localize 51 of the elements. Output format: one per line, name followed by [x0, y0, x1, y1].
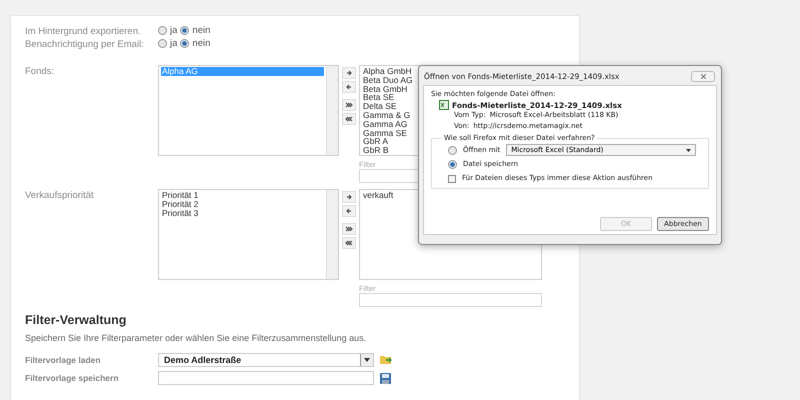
filter-field[interactable]: [359, 293, 542, 307]
available-list[interactable]: Priorität 1 Priorität 2 Priorität 3: [158, 189, 339, 280]
radio-button[interactable]: [448, 160, 457, 169]
field-label: Filtervorlage laden: [25, 354, 102, 367]
field-label: Filtervorlage speichern: [25, 372, 120, 385]
field-label: Fonds:: [25, 65, 56, 78]
field-label: Im Hintergrund exportieren.: [25, 25, 142, 38]
move-button[interactable]: [342, 67, 356, 79]
radio-label: ja: [170, 38, 178, 49]
radio-button[interactable]: [180, 26, 190, 35]
radio-label: ja: [170, 25, 178, 36]
caret-icon: [364, 358, 370, 362]
move-button[interactable]: [342, 205, 356, 217]
left-arrow-icon: [345, 83, 353, 91]
triple-right-arrow-icon: [345, 101, 353, 109]
move-button[interactable]: [342, 113, 356, 125]
radio-button[interactable]: [158, 26, 167, 35]
left-arrow-icon: [345, 207, 353, 215]
triple-right-arrow-icon: [345, 225, 353, 233]
right-arrow-icon: [345, 69, 353, 77]
radio-button[interactable]: [448, 146, 457, 154]
save-icon[interactable]: [380, 372, 391, 384]
move-button[interactable]: [342, 237, 356, 249]
caret-icon: [686, 148, 692, 152]
triple-left-arrow-icon: [345, 239, 353, 247]
template-name-field[interactable]: [158, 371, 374, 385]
close-icon: [700, 74, 706, 78]
field-label: Verkaufspriorität: [25, 189, 95, 202]
list-item[interactable]: Priorität 3: [161, 208, 324, 218]
radio-button[interactable]: [158, 39, 167, 48]
scrollbar[interactable]: [326, 190, 338, 279]
move-button[interactable]: [342, 81, 356, 93]
section-heading: Filter-Verwaltung: [25, 313, 128, 327]
list-item[interactable]: Priorität 1: [161, 191, 324, 200]
triple-left-arrow-icon: [345, 115, 353, 123]
right-arrow-icon: [345, 193, 353, 201]
checkbox[interactable]: [448, 174, 456, 182]
radio-label: nein: [192, 25, 210, 36]
field-label: Benachrichtigung per Email:: [25, 38, 145, 51]
move-button[interactable]: [342, 223, 356, 235]
folder-icon[interactable]: [380, 355, 392, 365]
template-select[interactable]: Demo Adlerstraße: [158, 353, 374, 367]
scrollbar[interactable]: [326, 66, 338, 155]
move-button[interactable]: [342, 191, 356, 203]
radio-button[interactable]: [180, 39, 190, 48]
close-button[interactable]: [691, 70, 715, 82]
list-item[interactable]: Priorität 2: [161, 200, 324, 209]
move-button[interactable]: [342, 99, 356, 111]
spreadsheet-icon: [439, 100, 449, 110]
radio-label: nein: [192, 38, 210, 49]
section-description: Speichern Sie Ihre Filterparameter oder wählen Sie eine Filterzusammenstellung aus.: [25, 333, 368, 343]
